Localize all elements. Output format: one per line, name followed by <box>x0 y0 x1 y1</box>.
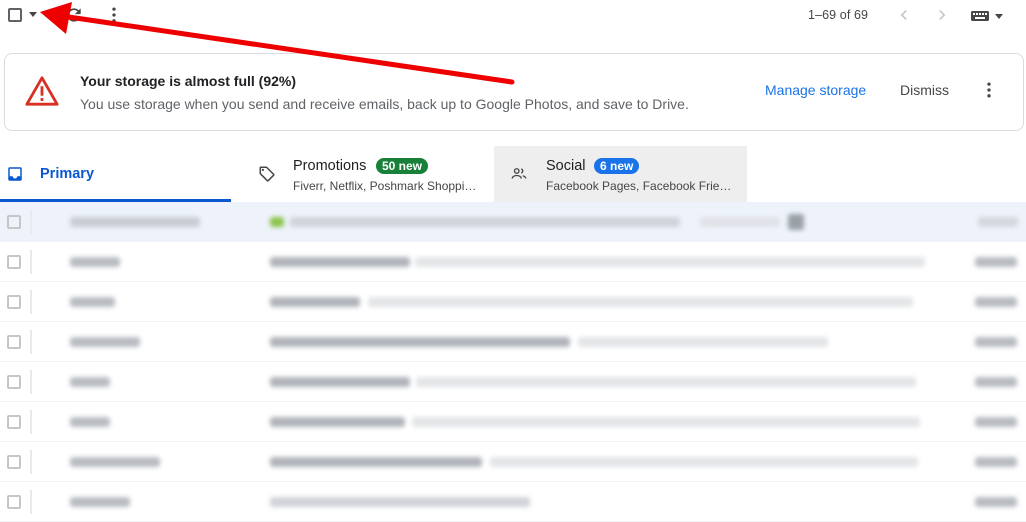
chevron-left-icon[interactable] <box>894 5 914 25</box>
keyboard-icon[interactable] <box>968 6 1010 26</box>
drag-handle <box>30 490 32 514</box>
subject-blurred <box>270 257 410 267</box>
row-checkbox[interactable] <box>7 495 21 509</box>
subject-blurred <box>270 377 410 387</box>
subject-blurred <box>270 417 405 427</box>
manage-storage-button[interactable]: Manage storage <box>765 82 866 98</box>
warning-icon <box>25 76 59 106</box>
snippet-blurred <box>490 457 918 467</box>
pagination-text: 1–69 of 69 <box>808 8 869 22</box>
drag-handle <box>30 290 32 314</box>
drag-handle <box>30 410 32 434</box>
dismiss-button[interactable]: Dismiss <box>900 82 949 98</box>
date-blurred <box>978 217 1018 227</box>
tag-icon <box>259 166 275 182</box>
drag-handle <box>30 210 32 234</box>
people-icon <box>511 168 527 179</box>
date-blurred <box>975 337 1017 347</box>
snippet-blurred <box>415 257 925 267</box>
attachment-blurred <box>788 214 804 230</box>
email-row[interactable] <box>0 242 1026 282</box>
tab-social-subtitle: Facebook Pages, Facebook Frie… <box>546 179 732 193</box>
row-checkbox[interactable] <box>7 255 21 269</box>
social-new-badge: 6 new <box>594 158 640 174</box>
email-row[interactable] <box>0 362 1026 402</box>
tab-primary[interactable]: Primary <box>0 146 231 202</box>
sender-blurred <box>70 377 110 387</box>
drag-handle <box>30 370 32 394</box>
banner-title: Your storage is almost full (92%) <box>80 73 297 89</box>
refresh-icon[interactable] <box>64 5 84 25</box>
tab-social[interactable]: Social 6 new Facebook Pages, Facebook Fr… <box>494 146 747 202</box>
row-checkbox[interactable] <box>7 295 21 309</box>
subject-blurred <box>270 497 530 507</box>
select-all-checkbox[interactable] <box>8 8 22 22</box>
drag-handle <box>30 450 32 474</box>
row-checkbox[interactable] <box>7 455 21 469</box>
banner-description: You use storage when you send and receiv… <box>80 96 689 112</box>
category-tabs: Primary Promotions 50 new Fiverr, Netfli… <box>0 146 1026 202</box>
email-row[interactable] <box>0 322 1026 362</box>
row-checkbox[interactable] <box>7 335 21 349</box>
drag-handle <box>30 250 32 274</box>
promotions-new-badge: 50 new <box>376 158 429 174</box>
email-row[interactable] <box>0 202 1026 242</box>
sender-blurred <box>70 217 200 227</box>
snippet-blurred <box>412 417 920 427</box>
date-blurred <box>975 457 1017 467</box>
sender-blurred <box>70 497 130 507</box>
date-blurred <box>975 497 1017 507</box>
row-checkbox[interactable] <box>7 375 21 389</box>
tab-primary-label: Primary <box>40 166 95 182</box>
subject-blurred <box>270 457 482 467</box>
email-row[interactable] <box>0 442 1026 482</box>
row-checkbox[interactable] <box>7 415 21 429</box>
tab-promotions-subtitle: Fiverr, Netflix, Poshmark Shoppi… <box>293 179 477 193</box>
sender-blurred <box>70 457 160 467</box>
tab-social-label: Social <box>546 158 586 174</box>
more-vertical-icon[interactable] <box>979 80 999 100</box>
date-blurred <box>975 297 1017 307</box>
storage-warning-banner: Your storage is almost full (92%) You us… <box>4 53 1024 131</box>
snippet-blurred <box>700 217 780 227</box>
caret-down-icon[interactable] <box>29 12 37 17</box>
label-chip-blurred <box>270 217 284 227</box>
snippet-blurred <box>368 297 913 307</box>
subject-blurred <box>290 217 680 227</box>
more-vertical-icon[interactable] <box>104 5 124 25</box>
row-checkbox[interactable] <box>7 215 21 229</box>
date-blurred <box>975 377 1017 387</box>
toolbar: 1–69 of 69 <box>0 0 1026 32</box>
date-blurred <box>975 417 1017 427</box>
sender-blurred <box>70 297 115 307</box>
inbox-icon <box>8 167 22 181</box>
email-row[interactable] <box>0 482 1026 522</box>
subject-blurred <box>270 297 360 307</box>
chevron-right-icon[interactable] <box>932 5 952 25</box>
sender-blurred <box>70 257 120 267</box>
email-row[interactable] <box>0 402 1026 442</box>
email-row[interactable] <box>0 282 1026 322</box>
drag-handle <box>30 330 32 354</box>
snippet-blurred <box>578 337 828 347</box>
email-list <box>0 202 1026 522</box>
sender-blurred <box>70 417 110 427</box>
snippet-blurred <box>416 377 916 387</box>
sender-blurred <box>70 337 140 347</box>
subject-blurred <box>270 337 570 347</box>
tab-promotions[interactable]: Promotions 50 new Fiverr, Netflix, Poshm… <box>246 146 494 202</box>
tab-promotions-label: Promotions <box>293 158 367 174</box>
date-blurred <box>975 257 1017 267</box>
